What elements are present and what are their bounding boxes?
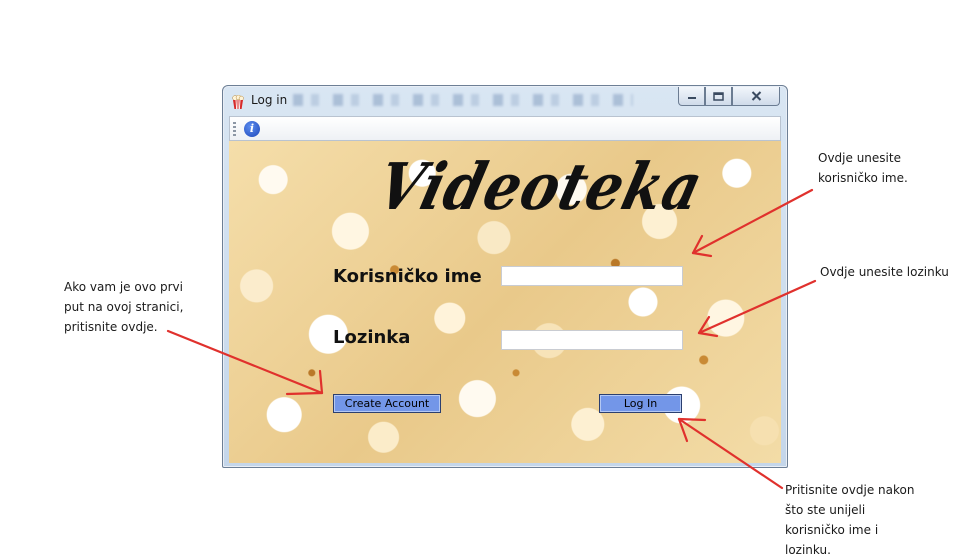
create-account-button[interactable]: Create Account xyxy=(333,394,441,413)
tool-strip: i xyxy=(229,116,781,141)
login-window: Log in i Videoteka Korisničko ime Lozink… xyxy=(222,85,788,468)
toolstrip-grip[interactable] xyxy=(233,122,236,136)
maximize-button[interactable] xyxy=(705,87,732,106)
login-button[interactable]: Log In xyxy=(599,394,682,413)
create-account-hint: Ako vam je ovo prvi put na ovoj stranici… xyxy=(64,280,184,334)
close-icon xyxy=(751,91,761,101)
login-panel: Videoteka Korisničko ime Lozinka Create … xyxy=(229,141,781,463)
password-input[interactable] xyxy=(501,330,683,350)
maximize-icon xyxy=(713,91,724,101)
password-hint: Ovdje unesite lozinku xyxy=(820,265,949,279)
background-toolbar-ghost xyxy=(293,94,633,106)
window-title: Log in xyxy=(251,93,288,107)
minimize-icon xyxy=(687,97,696,99)
password-label: Lozinka xyxy=(333,327,411,348)
popcorn-icon xyxy=(232,95,244,109)
login-hint: Pritisnite ovdje nakon što ste unijeli k… xyxy=(785,483,915,557)
info-icon[interactable]: i xyxy=(244,121,260,137)
app-logo-text: Videoteka xyxy=(370,149,711,225)
username-hint: Ovdje unesite korisničko ime. xyxy=(818,151,908,185)
username-input[interactable] xyxy=(501,266,683,286)
close-button[interactable] xyxy=(732,87,780,106)
username-label: Korisničko ime xyxy=(333,266,482,287)
minimize-button[interactable] xyxy=(678,87,705,106)
title-bar[interactable]: Log in xyxy=(223,86,787,114)
